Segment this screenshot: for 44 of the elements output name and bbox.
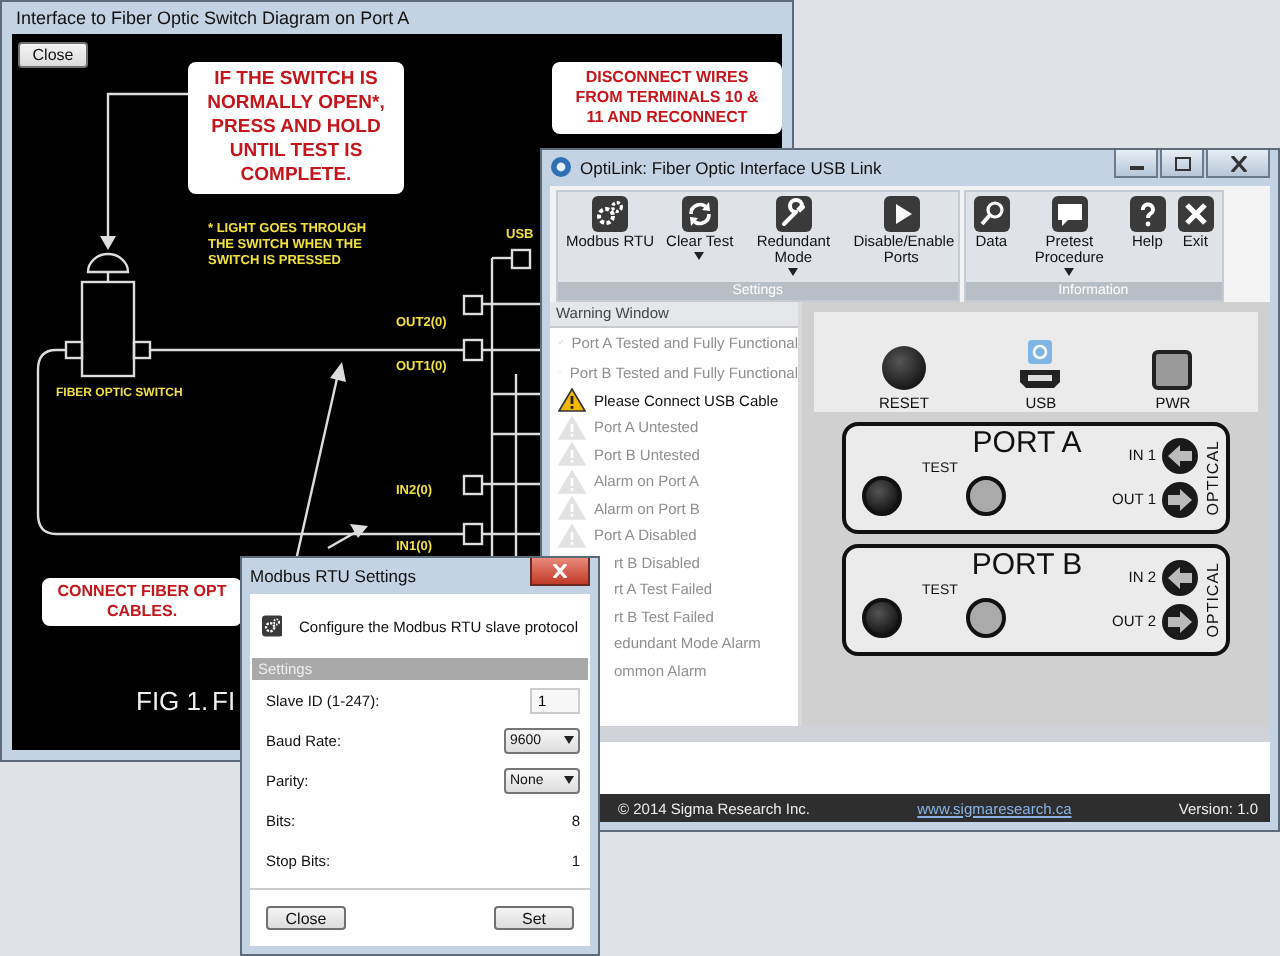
side-label: OPTICAL xyxy=(1204,439,1222,515)
play-icon xyxy=(883,195,920,232)
fiber-switch-drawing xyxy=(64,252,152,378)
refresh-icon xyxy=(681,195,718,232)
speech-icon xyxy=(1051,195,1088,232)
dialog-button[interactable]: Close xyxy=(266,906,346,930)
question-icon xyxy=(1129,195,1166,232)
magnifier-icon xyxy=(973,195,1010,232)
close-button[interactable] xyxy=(530,558,590,586)
port-title: PORT A xyxy=(970,425,1084,462)
maximize-button[interactable] xyxy=(1160,150,1204,178)
wrench-icon xyxy=(775,195,812,232)
caret-icon xyxy=(694,251,705,260)
reset-button[interactable] xyxy=(881,345,926,390)
cross-icon xyxy=(1177,195,1214,232)
side-label: OPTICAL xyxy=(1204,561,1222,637)
status-light xyxy=(965,475,1006,516)
app-icon xyxy=(550,156,572,179)
gears-icon xyxy=(592,195,629,232)
caret-icon xyxy=(564,776,574,784)
close-button[interactable]: Close xyxy=(18,42,88,68)
figure-caption: FIG 1. xyxy=(136,686,209,716)
dialog-button[interactable]: Set xyxy=(494,906,574,930)
caret-icon xyxy=(564,736,574,744)
status-light xyxy=(965,597,1006,638)
usb-port-icon xyxy=(1018,367,1063,390)
callout-text: IF THE SWITCH IS NORMALLY OPEN*, PRESS AND HOLD UNTIL TEST IS COMPLETE. xyxy=(188,62,404,194)
callout-text: CONNECT FIBER OPT CABLES. xyxy=(42,578,242,626)
close-icon xyxy=(552,564,568,578)
power-indicator xyxy=(1152,349,1193,390)
minimize-button[interactable] xyxy=(1114,150,1158,178)
window-title: Interface to Fiber Optic Switch Diagram on Port A xyxy=(14,6,412,32)
caret-icon xyxy=(1064,267,1075,276)
dialog-title: Modbus RTU Settings xyxy=(250,566,418,586)
port-title: PORT B xyxy=(969,547,1085,584)
test-button[interactable] xyxy=(862,475,902,516)
window-title: OptiLink: Fiber Optic Interface USB Link xyxy=(580,157,884,178)
callout-text: DISCONNECT WIRES FROM TERMINALS 10 & 11 AND RECONNECT xyxy=(552,62,782,134)
test-button[interactable] xyxy=(862,597,902,638)
close-button[interactable] xyxy=(1206,150,1270,178)
figure-caption: FI xyxy=(212,686,236,716)
caret-icon xyxy=(788,267,799,276)
maximize-icon xyxy=(1173,155,1191,171)
close-icon xyxy=(1229,155,1247,171)
